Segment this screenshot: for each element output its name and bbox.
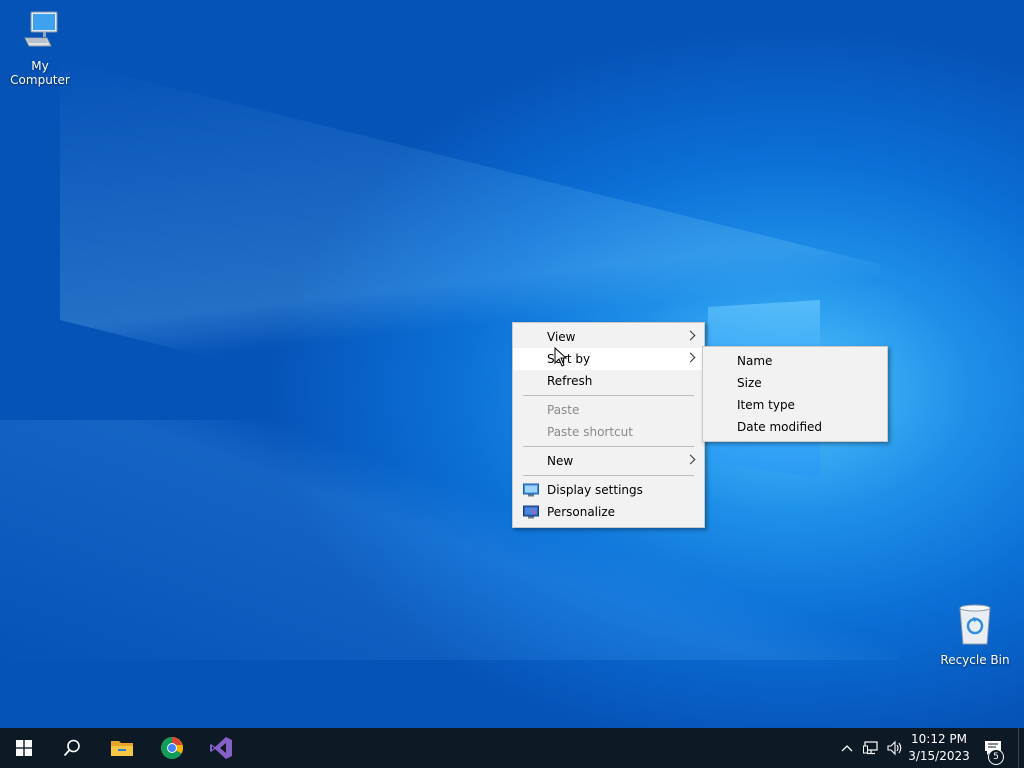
menu-item-sort-by[interactable]: Sort by bbox=[513, 348, 704, 370]
chrome-icon bbox=[161, 737, 183, 759]
desktop-icon-label: My Computer bbox=[10, 59, 70, 87]
chevron-right-icon bbox=[685, 352, 696, 363]
submenu-item-size[interactable]: Size bbox=[703, 372, 887, 394]
display-icon bbox=[523, 483, 539, 497]
chevron-right-icon bbox=[685, 454, 696, 465]
menu-item-label: Display settings bbox=[547, 483, 643, 497]
taskbar-file-explorer[interactable] bbox=[98, 728, 146, 768]
menu-item-label: Paste shortcut bbox=[547, 425, 633, 439]
notification-count-badge: 5 bbox=[988, 749, 1004, 765]
chevron-right-icon bbox=[685, 330, 696, 341]
menu-item-new[interactable]: New bbox=[513, 450, 704, 472]
desktop-icon-label: Recycle Bin bbox=[940, 653, 1010, 667]
menu-item-label: Date modified bbox=[737, 420, 823, 434]
computer-icon bbox=[24, 11, 58, 47]
tray-volume-button[interactable] bbox=[884, 728, 906, 768]
menu-item-refresh[interactable]: Refresh bbox=[513, 370, 704, 392]
start-icon bbox=[16, 740, 32, 756]
volume-icon bbox=[887, 740, 902, 756]
menu-item-label: Item type bbox=[737, 398, 795, 412]
menu-item-label: Size bbox=[737, 376, 762, 390]
menu-item-label: View bbox=[547, 330, 576, 344]
taskbar: 10:12 PM 3/15/2023 5 bbox=[0, 728, 1024, 768]
taskbar-clock[interactable]: 10:12 PM 3/15/2023 bbox=[906, 731, 972, 765]
menu-item-label: Name bbox=[737, 354, 773, 368]
tray-network-button[interactable] bbox=[860, 728, 882, 768]
menu-separator bbox=[523, 446, 694, 447]
desktop-icon-recycle-bin[interactable]: Recycle Bin bbox=[935, 602, 1015, 667]
start-button[interactable] bbox=[0, 728, 48, 768]
recycle-bin-icon bbox=[959, 604, 991, 645]
taskbar-chrome[interactable] bbox=[148, 728, 196, 768]
submenu-item-date-modified[interactable]: Date modified bbox=[703, 416, 887, 438]
network-icon bbox=[863, 741, 878, 755]
personalize-icon bbox=[523, 505, 539, 519]
menu-item-label: Personalize bbox=[547, 505, 616, 519]
menu-item-label: New bbox=[547, 454, 574, 468]
menu-item-paste: Paste bbox=[513, 399, 704, 421]
mouse-cursor-icon bbox=[554, 347, 568, 367]
clock-date: 3/15/2023 bbox=[908, 749, 970, 763]
submenu-item-name[interactable]: Name bbox=[703, 350, 887, 372]
menu-item-label: Refresh bbox=[547, 374, 593, 388]
search-button[interactable] bbox=[48, 728, 96, 768]
show-desktop-button[interactable] bbox=[1018, 728, 1024, 768]
desktop-context-menu: View Sort by Refresh Paste Paste shortcu… bbox=[512, 322, 705, 528]
chevron-up-icon bbox=[841, 745, 853, 752]
menu-item-label: Paste bbox=[547, 403, 580, 417]
visual-studio-icon bbox=[210, 737, 232, 759]
submenu-item-item-type[interactable]: Item type bbox=[703, 394, 887, 416]
clock-time: 10:12 PM bbox=[911, 732, 967, 746]
search-icon bbox=[63, 739, 80, 757]
sort-by-submenu: Name Size Item type Date modified bbox=[702, 346, 888, 442]
menu-item-view[interactable]: View bbox=[513, 326, 704, 348]
menu-separator bbox=[523, 395, 694, 396]
file-explorer-icon bbox=[111, 741, 133, 756]
desktop[interactable]: My Computer Recycle Bin View Sort by Ref… bbox=[0, 0, 1024, 728]
desktop-icon-my-computer[interactable]: My Computer bbox=[0, 8, 80, 87]
menu-item-display-settings[interactable]: Display settings bbox=[513, 479, 704, 501]
taskbar-visual-studio[interactable] bbox=[197, 728, 245, 768]
menu-separator bbox=[523, 475, 694, 476]
menu-item-personalize[interactable]: Personalize bbox=[513, 501, 704, 523]
tray-overflow-button[interactable] bbox=[836, 728, 858, 768]
menu-item-paste-shortcut: Paste shortcut bbox=[513, 421, 704, 443]
